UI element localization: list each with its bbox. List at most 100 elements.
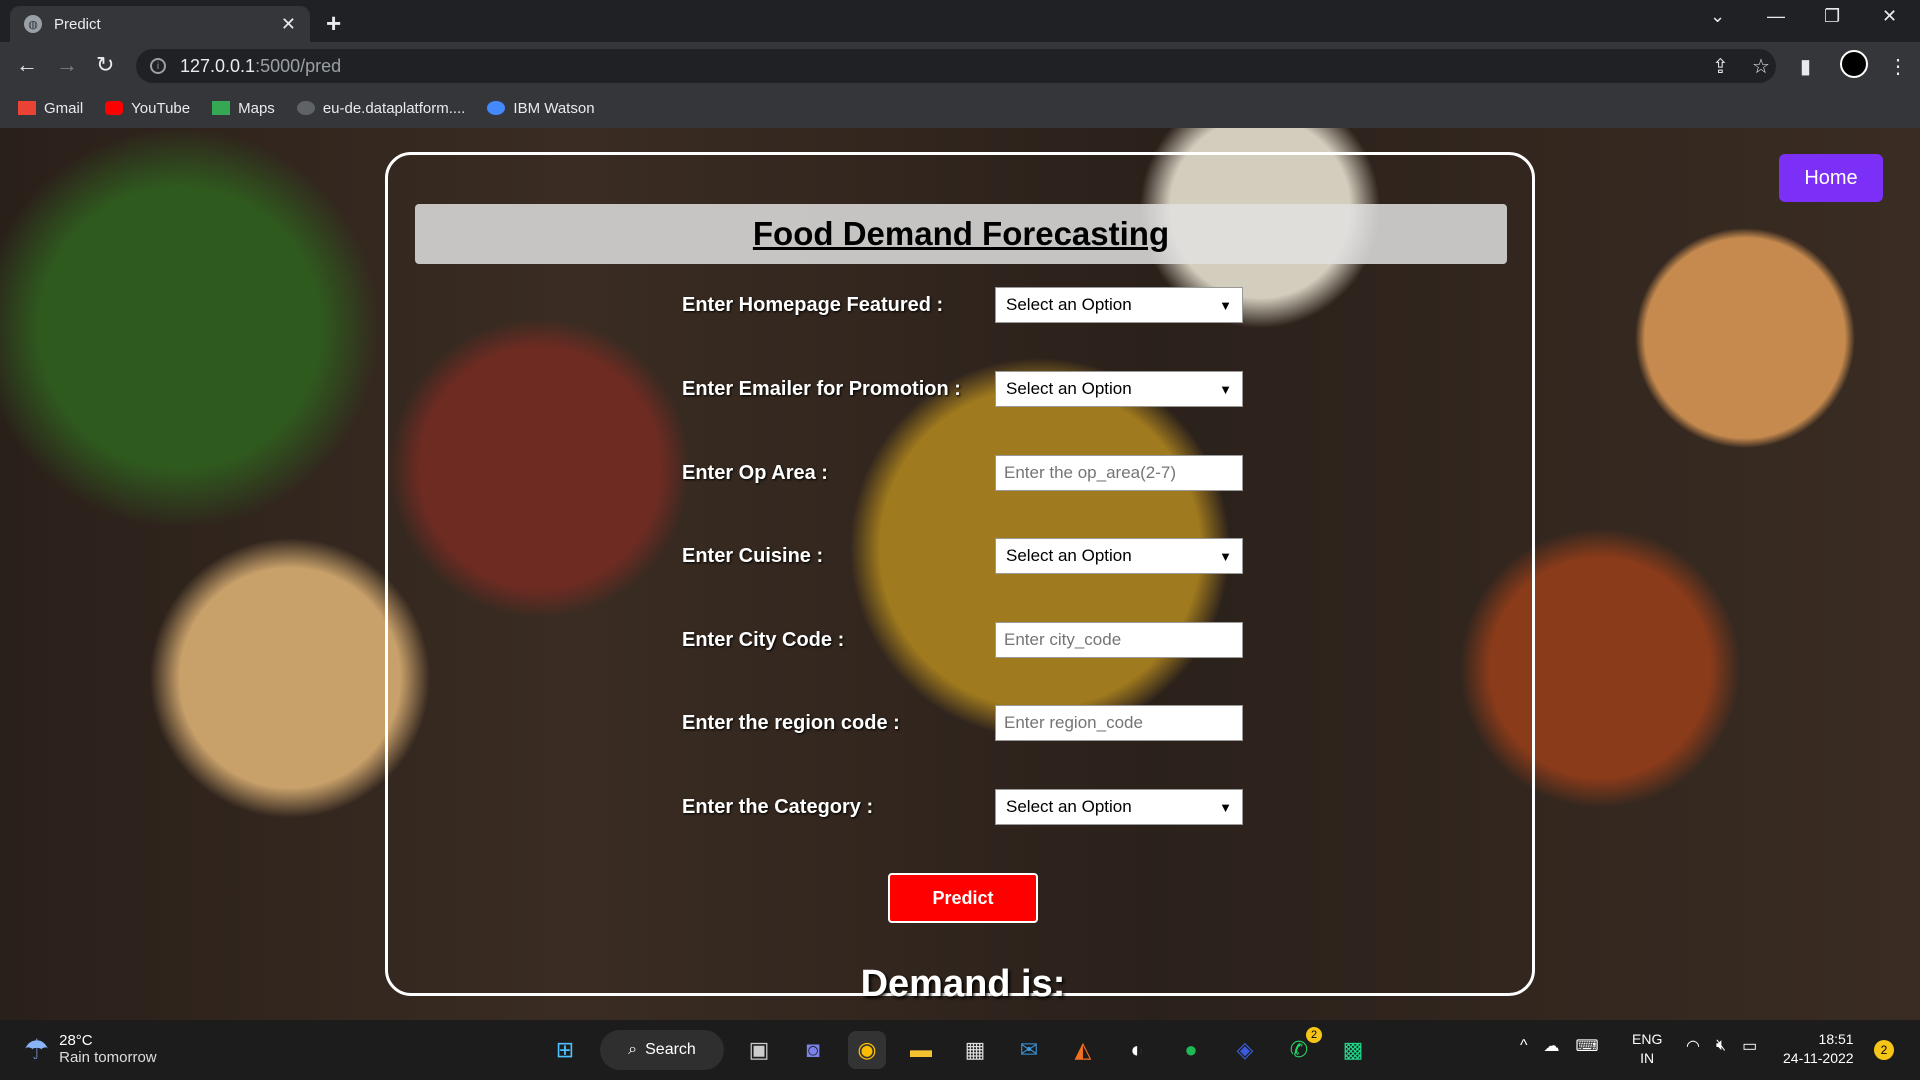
forward-icon[interactable]: → [56,52,78,78]
tab-strip: ◍ Predict ✕ + ⌄ — ❐ ✕ [0,0,1920,42]
close-tab-icon[interactable]: ✕ [281,14,296,35]
temperature: 28°C [59,1032,93,1049]
weather-widget[interactable]: ☂ 28°C Rain tomorrow [24,1032,157,1066]
new-tab-icon[interactable]: + [326,8,341,39]
bookmark-label: YouTube [131,99,191,117]
teams-chat-icon[interactable]: ◙ [794,1031,832,1069]
spotify-icon[interactable]: ● [1172,1031,1210,1069]
homepage-featured-select[interactable]: Select an Option ▼ [995,287,1243,323]
onedrive-icon[interactable]: ☁ [1544,1036,1560,1056]
umbrella-icon: ☂ [24,1033,50,1065]
gmail-icon [18,101,36,115]
dataplatform-icon [296,101,315,115]
emailer-select[interactable]: Select an Option ▼ [995,371,1243,407]
app-circle-icon[interactable]: ◐ [1118,1031,1156,1069]
select-value: Select an Option [1006,379,1132,398]
homepage-featured-row: Enter Homepage Featured : Select an Opti… [682,287,1243,323]
tab-title: Predict [54,15,101,33]
url-path: :5000/pred [255,55,342,76]
microsoft-store-icon[interactable]: ▦ [956,1031,994,1069]
app-shield-icon[interactable]: ◈ [1226,1031,1264,1069]
pycharm-icon[interactable]: ▩ [1334,1031,1372,1069]
language-indicator[interactable]: ENG IN [1632,1030,1662,1068]
menu-icon[interactable]: ⋮ [1888,54,1908,79]
select-value: Select an Option [1006,797,1132,816]
windows-start-icon[interactable]: ⊞ [546,1031,584,1069]
city-code-placeholder: Enter city_code [1004,630,1122,649]
op-area-input[interactable]: Enter the op_area(2-7) [995,455,1243,491]
bookmark-dataplatform[interactable]: eu-de.dataplatform.... [296,99,466,117]
bookmark-label: eu-de.dataplatform.... [322,99,466,117]
url-host: 127.0.0.1 [180,55,256,76]
share-icon[interactable]: ⇪ [1712,54,1729,79]
op-area-placeholder: Enter the op_area(2-7) [1004,463,1176,482]
bookmark-youtube[interactable]: YouTube [105,100,190,117]
restore-icon[interactable]: ❐ [1824,6,1840,27]
back-icon[interactable]: ← [16,52,38,78]
title-banner: Food Demand Forecasting [415,204,1507,264]
file-explorer-icon[interactable]: ▬ [902,1031,940,1069]
whatsapp-badge: 2 [1306,1027,1322,1043]
site-info-icon[interactable]: i [150,58,166,74]
side-panel-icon[interactable]: ▮ [1800,54,1811,79]
chevron-down-icon: ▼ [1219,548,1232,564]
url-field[interactable]: i 127.0.0.1 :5000/pred [136,49,1776,83]
whatsapp-icon[interactable]: ✆ 2 [1280,1027,1322,1069]
predict-button[interactable]: Predict [888,873,1038,923]
cuisine-select[interactable]: Select an Option ▼ [995,538,1243,574]
bookmark-gmail[interactable]: Gmail [18,100,83,117]
notification-badge[interactable]: 2 [1874,1040,1894,1060]
category-select[interactable]: Select an Option ▼ [995,789,1243,825]
address-bar-row: ← → ↻ i 127.0.0.1 :5000/pred ⇪ ☆ ▮ ⋮ [0,42,1920,88]
cuisine-label: Enter Cuisine : [682,544,824,567]
star-icon[interactable]: ☆ [1752,54,1770,79]
form-card: Food Demand Forecasting Enter Homepage F… [385,152,1535,1005]
close-window-icon[interactable]: ✕ [1882,6,1897,27]
clock[interactable]: 18:51 24-11-2022 [1783,1030,1854,1068]
home-button[interactable]: Home [1779,154,1883,202]
globe-icon: ◍ [24,15,42,33]
chrome-icon[interactable]: ◉ [848,1031,886,1069]
city-code-input[interactable]: Enter city_code [995,622,1243,658]
bookmark-maps[interactable]: Maps [212,100,275,117]
date: 24-11-2022 [1783,1050,1854,1066]
region-code-placeholder: Enter region_code [1004,713,1143,732]
chevron-down-icon: ▼ [1219,297,1232,313]
chevron-up-icon[interactable]: ^ [1520,1037,1528,1055]
search-label: Search [645,1041,696,1058]
emailer-row: Enter Emailer for Promotion : Select an … [682,371,1243,407]
mute-icon[interactable]: 🔇︎ [1716,1037,1726,1055]
category-row: Enter the Category : Select an Option ▼ [682,789,1243,825]
op-area-row: Enter Op Area : Enter the op_area(2-7) [682,455,1243,491]
battery-icon[interactable]: ▭ [1742,1036,1757,1056]
bookmark-label: Maps [238,99,275,117]
taskbar-search[interactable]: ⌕ Search [600,1030,724,1070]
bookmark-ibm-watson[interactable]: IBM Watson [487,100,595,117]
lang-line1: ENG [1632,1031,1663,1047]
task-view-icon[interactable]: ▣ [740,1031,778,1069]
app-orange-icon[interactable]: ◭ [1064,1031,1102,1069]
category-label: Enter the Category : [682,795,874,818]
keyboard-icon[interactable]: ⌨ [1576,1036,1599,1056]
region-code-input[interactable]: Enter region_code [995,705,1243,741]
minimize-icon[interactable]: — [1767,6,1785,27]
reload-icon[interactable]: ↻ [96,52,114,78]
profile-avatar[interactable] [1840,50,1868,78]
wifi-icon[interactable]: ◠ [1686,1036,1700,1056]
browser-tab[interactable]: ◍ Predict ✕ [10,6,310,42]
page-title: Food Demand Forecasting [752,215,1170,252]
time: 18:51 [1818,1031,1854,1047]
mail-icon[interactable]: ✉ [1010,1031,1048,1069]
chevron-down-icon[interactable]: ⌄ [1710,6,1725,27]
city-code-label: Enter City Code : [682,628,845,651]
select-value: Select an Option [1006,546,1132,565]
status-icons: ◠ 🔇︎ ▭ [1686,1036,1757,1056]
cuisine-row: Enter Cuisine : Select an Option ▼ [682,538,1243,574]
youtube-icon [105,101,124,115]
taskbar: ☂ 28°C Rain tomorrow ⊞ ⌕ Search ▣ ◙ ◉ ▬ … [0,1020,1920,1080]
select-value: Select an Option [1006,295,1132,314]
chevron-down-icon: ▼ [1219,381,1232,397]
taskbar-apps: ⊞ ⌕ Search ▣ ◙ ◉ ▬ ▦ ✉ ◭ ◐ ● ◈ ✆ 2 ▩ [546,1027,1372,1070]
emailer-label: Enter Emailer for Promotion : [682,377,961,400]
chevron-down-icon: ▼ [1219,799,1232,815]
